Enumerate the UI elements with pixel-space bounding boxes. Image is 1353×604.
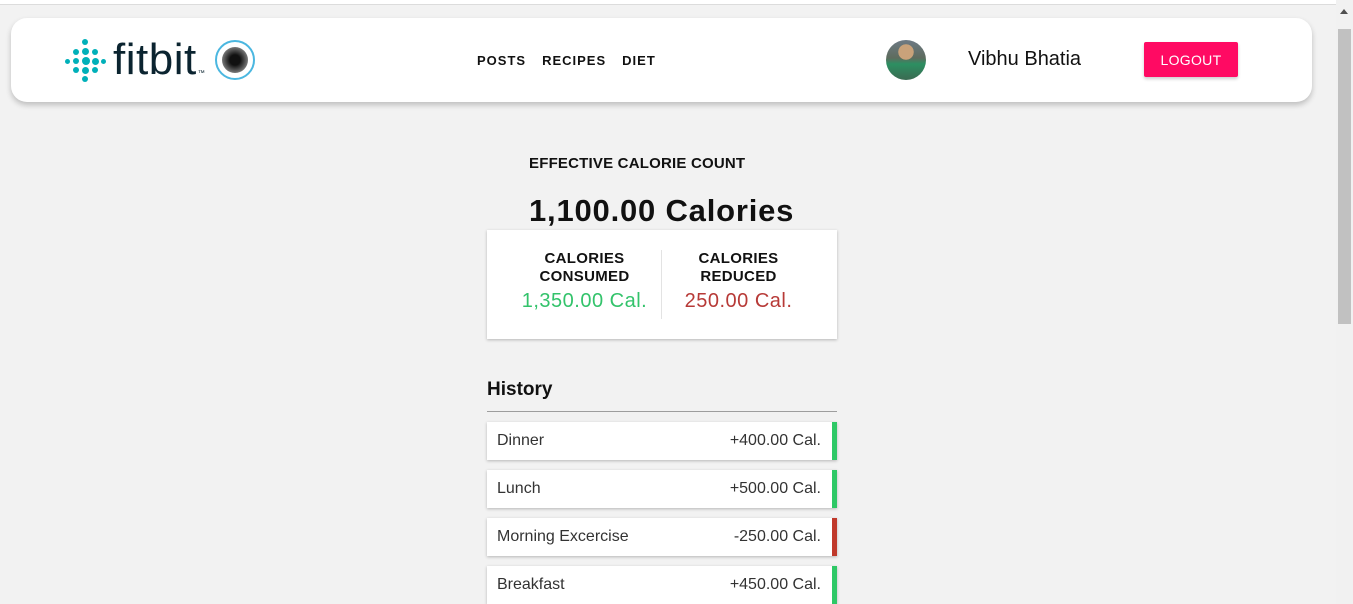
history-item[interactable]: Breakfast +450.00 Cal. — [487, 566, 837, 604]
history-item-value: -250.00 Cal. — [733, 528, 821, 545]
history-divider — [487, 411, 837, 412]
history-item-name: Breakfast — [497, 576, 565, 593]
top-navbar: fitbit ™ POSTS RECIPES DIET Vibhu Bhatia… — [11, 18, 1312, 102]
history-item[interactable]: Lunch +500.00 Cal. — [487, 470, 837, 508]
history-item-value: +400.00 Cal. — [729, 432, 821, 449]
history-item-indicator — [832, 422, 837, 460]
effective-calorie-label: EFFECTIVE CALORIE COUNT — [529, 155, 746, 172]
logo-trademark: ™ — [197, 69, 205, 77]
history-item-name: Dinner — [497, 432, 545, 449]
avatar[interactable] — [886, 40, 926, 80]
calories-reduced-value: 250.00 Cal. — [684, 290, 793, 312]
camera-lens-icon — [214, 40, 255, 80]
fitbit-dots-icon — [61, 37, 107, 83]
user-name: Vibhu Bhatia — [968, 48, 1082, 70]
history-item[interactable]: Dinner +400.00 Cal. — [487, 422, 837, 460]
calories-consumed-label: CALORIES CONSUMED — [539, 250, 630, 285]
scroll-up-arrow-icon[interactable] — [1340, 9, 1348, 14]
history-heading: History — [487, 379, 553, 400]
history-item-name: Lunch — [497, 480, 541, 497]
history-item-name: Morning Excercise — [497, 528, 629, 545]
main-nav: POSTS RECIPES DIET — [477, 53, 656, 68]
history-item-value: +450.00 Cal. — [729, 576, 821, 593]
stats-divider — [661, 250, 662, 319]
fitbit-logo[interactable]: fitbit ™ — [61, 36, 255, 84]
history-item[interactable]: Morning Excercise -250.00 Cal. — [487, 518, 837, 556]
nav-posts[interactable]: POSTS — [477, 53, 526, 68]
browser-top-edge — [0, 0, 1336, 5]
calories-reduced-stat: CALORIES REDUCED 250.00 Cal. — [665, 250, 812, 313]
calories-reduced-label: CALORIES REDUCED — [698, 250, 779, 285]
calories-consumed-value: 1,350.00 Cal. — [521, 290, 648, 312]
effective-calorie-value: 1,100.00 Calories — [529, 193, 795, 228]
logo-wordmark: fitbit — [113, 35, 197, 84]
calories-consumed-stat: CALORIES CONSUMED 1,350.00 Cal. — [507, 250, 662, 313]
history-item-value: +500.00 Cal. — [729, 480, 821, 497]
scrollbar-thumb[interactable] — [1338, 29, 1351, 324]
logout-button[interactable]: LOGOUT — [1144, 42, 1238, 77]
history-item-indicator — [832, 566, 837, 604]
history-item-indicator — [832, 518, 837, 556]
history-list: Dinner +400.00 Cal. Lunch +500.00 Cal. M… — [487, 422, 837, 604]
calorie-stats-card: CALORIES CONSUMED 1,350.00 Cal. CALORIES… — [487, 230, 837, 339]
nav-recipes[interactable]: RECIPES — [542, 53, 606, 68]
history-item-indicator — [832, 470, 837, 508]
vertical-scrollbar[interactable] — [1336, 0, 1353, 604]
nav-diet[interactable]: DIET — [622, 53, 656, 68]
